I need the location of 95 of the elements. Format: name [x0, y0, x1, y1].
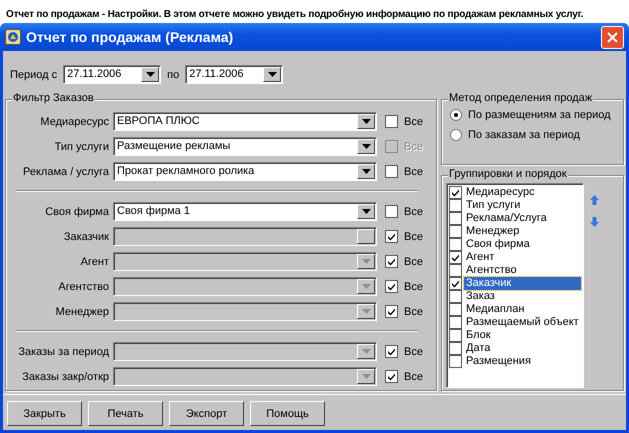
list-item[interactable]: Тип услуги	[464, 199, 522, 212]
checkbox[interactable]	[449, 355, 462, 368]
checkbox-label: Все	[404, 166, 423, 178]
dialog-button[interactable]: Закрыть	[7, 401, 82, 426]
caret-icon	[362, 349, 370, 354]
window-title: Отчет по продажам (Реклама)	[26, 29, 234, 45]
field-label: Реклама / услуга	[22, 166, 110, 178]
list-item[interactable]: Блок	[464, 329, 493, 342]
caret-icon	[362, 284, 370, 289]
checkbox[interactable]	[449, 199, 462, 212]
field-label: Медиаресурс	[39, 116, 110, 128]
checkbox-label: Все	[404, 116, 423, 128]
check-mark-icon	[451, 253, 460, 262]
list-item[interactable]: Размещаемый объект	[464, 316, 581, 329]
checkbox-label: Все	[404, 280, 423, 292]
radio-label: По заказам за период	[468, 129, 580, 141]
caret-icon	[146, 72, 155, 77]
check-mark-icon	[387, 257, 396, 266]
checkbox[interactable]	[385, 115, 398, 128]
group-title: Группировки и порядок	[448, 168, 568, 180]
field-label: по	[167, 68, 180, 80]
checkbox-label: Все	[404, 230, 423, 242]
checkbox[interactable]	[449, 290, 462, 303]
checkbox[interactable]	[449, 251, 462, 264]
field-label: Тип услуги	[54, 140, 110, 152]
field-label: Своя фирма	[44, 206, 110, 218]
radio-label: По размещениям за период	[468, 109, 611, 121]
checkbox-label: Все	[404, 306, 423, 318]
list-item[interactable]: Размещения	[464, 355, 533, 368]
checkbox[interactable]	[449, 186, 462, 199]
checkbox-label: Все	[404, 140, 423, 152]
check-mark-icon	[387, 282, 396, 291]
list-item[interactable]: Медиаплан	[464, 303, 526, 316]
field-label: Заказы за период	[17, 346, 110, 358]
checkbox[interactable]	[449, 329, 462, 342]
checkbox-label: Все	[404, 346, 423, 358]
list-item[interactable]: Агент	[464, 251, 496, 264]
dialog-button[interactable]: Помощь	[250, 401, 325, 426]
list-item[interactable]: Медиаресурс	[464, 186, 537, 199]
close-icon	[607, 32, 618, 42]
checkbox[interactable]	[449, 238, 462, 251]
checkbox[interactable]	[449, 316, 462, 329]
field-label: Менеджер	[54, 306, 110, 318]
dropdown[interactable]: ЕВРОПА ПЛЮС	[113, 112, 377, 131]
dropdown[interactable]: Своя фирма 1	[113, 202, 377, 221]
dialog-button[interactable]: Печать	[88, 401, 163, 426]
date-picker[interactable]: 27.11.2006	[63, 65, 162, 84]
checkbox-label: Все	[404, 256, 423, 268]
checkbox-label: Все	[404, 370, 423, 382]
date-picker[interactable]: 27.11.2006	[185, 65, 284, 84]
checkbox[interactable]	[449, 277, 462, 290]
close-button[interactable]	[601, 26, 624, 48]
radio-button[interactable]	[450, 109, 462, 121]
check-mark-icon	[451, 279, 460, 288]
list-item[interactable]: Агентство	[464, 264, 519, 277]
field-label: Период с	[10, 68, 58, 80]
check-mark-icon	[387, 347, 396, 356]
dropdown[interactable]: Размещение рекламы	[113, 137, 377, 156]
group-title: Фильтр Заказов	[12, 92, 95, 104]
checkbox-label: Все	[404, 206, 423, 218]
check-mark-icon	[387, 372, 396, 381]
caret-icon	[362, 144, 370, 149]
field-label: Агентство	[57, 280, 110, 292]
caret-icon	[362, 169, 370, 174]
field-label: Агент	[80, 256, 110, 268]
list-item[interactable]: Своя фирма	[464, 238, 532, 251]
field-label: Заказы закр/откр	[21, 370, 110, 382]
caret-icon	[362, 309, 370, 314]
field-label: Заказчик	[62, 230, 110, 242]
checkbox[interactable]	[385, 165, 398, 178]
list-item[interactable]: Менеджер	[464, 225, 522, 238]
caret-icon	[362, 209, 370, 214]
check-mark-icon	[387, 232, 396, 241]
check-mark-icon	[451, 188, 460, 197]
dialog-button[interactable]: Экспорт	[169, 401, 244, 426]
radio-button[interactable]	[450, 129, 462, 141]
check-mark-icon	[387, 307, 396, 316]
caret-icon	[362, 119, 370, 124]
group-title: Метод определения продаж	[448, 92, 594, 104]
checkbox[interactable]	[385, 205, 398, 218]
list-item[interactable]: Заказчик	[464, 277, 581, 290]
checkbox[interactable]	[449, 212, 462, 225]
checkbox[interactable]	[449, 264, 462, 277]
caret-icon	[362, 374, 370, 379]
checkbox[interactable]	[449, 225, 462, 238]
dropdown[interactable]: Прокат рекламного ролика	[113, 162, 377, 181]
list-item[interactable]: Реклама/Услуга	[464, 212, 549, 225]
list-item[interactable]: Дата	[464, 342, 492, 355]
list-item[interactable]: Заказ	[464, 290, 497, 303]
page-caption: Отчет по продажам - Настройки. В этом отчете можно увидеть подробную информацию по продажам рекламных услуг.	[5, 8, 584, 22]
checkbox[interactable]	[449, 303, 462, 316]
caret-icon	[362, 259, 370, 264]
app-icon	[5, 29, 21, 45]
caret-icon	[268, 72, 277, 77]
checkbox[interactable]	[449, 342, 462, 355]
